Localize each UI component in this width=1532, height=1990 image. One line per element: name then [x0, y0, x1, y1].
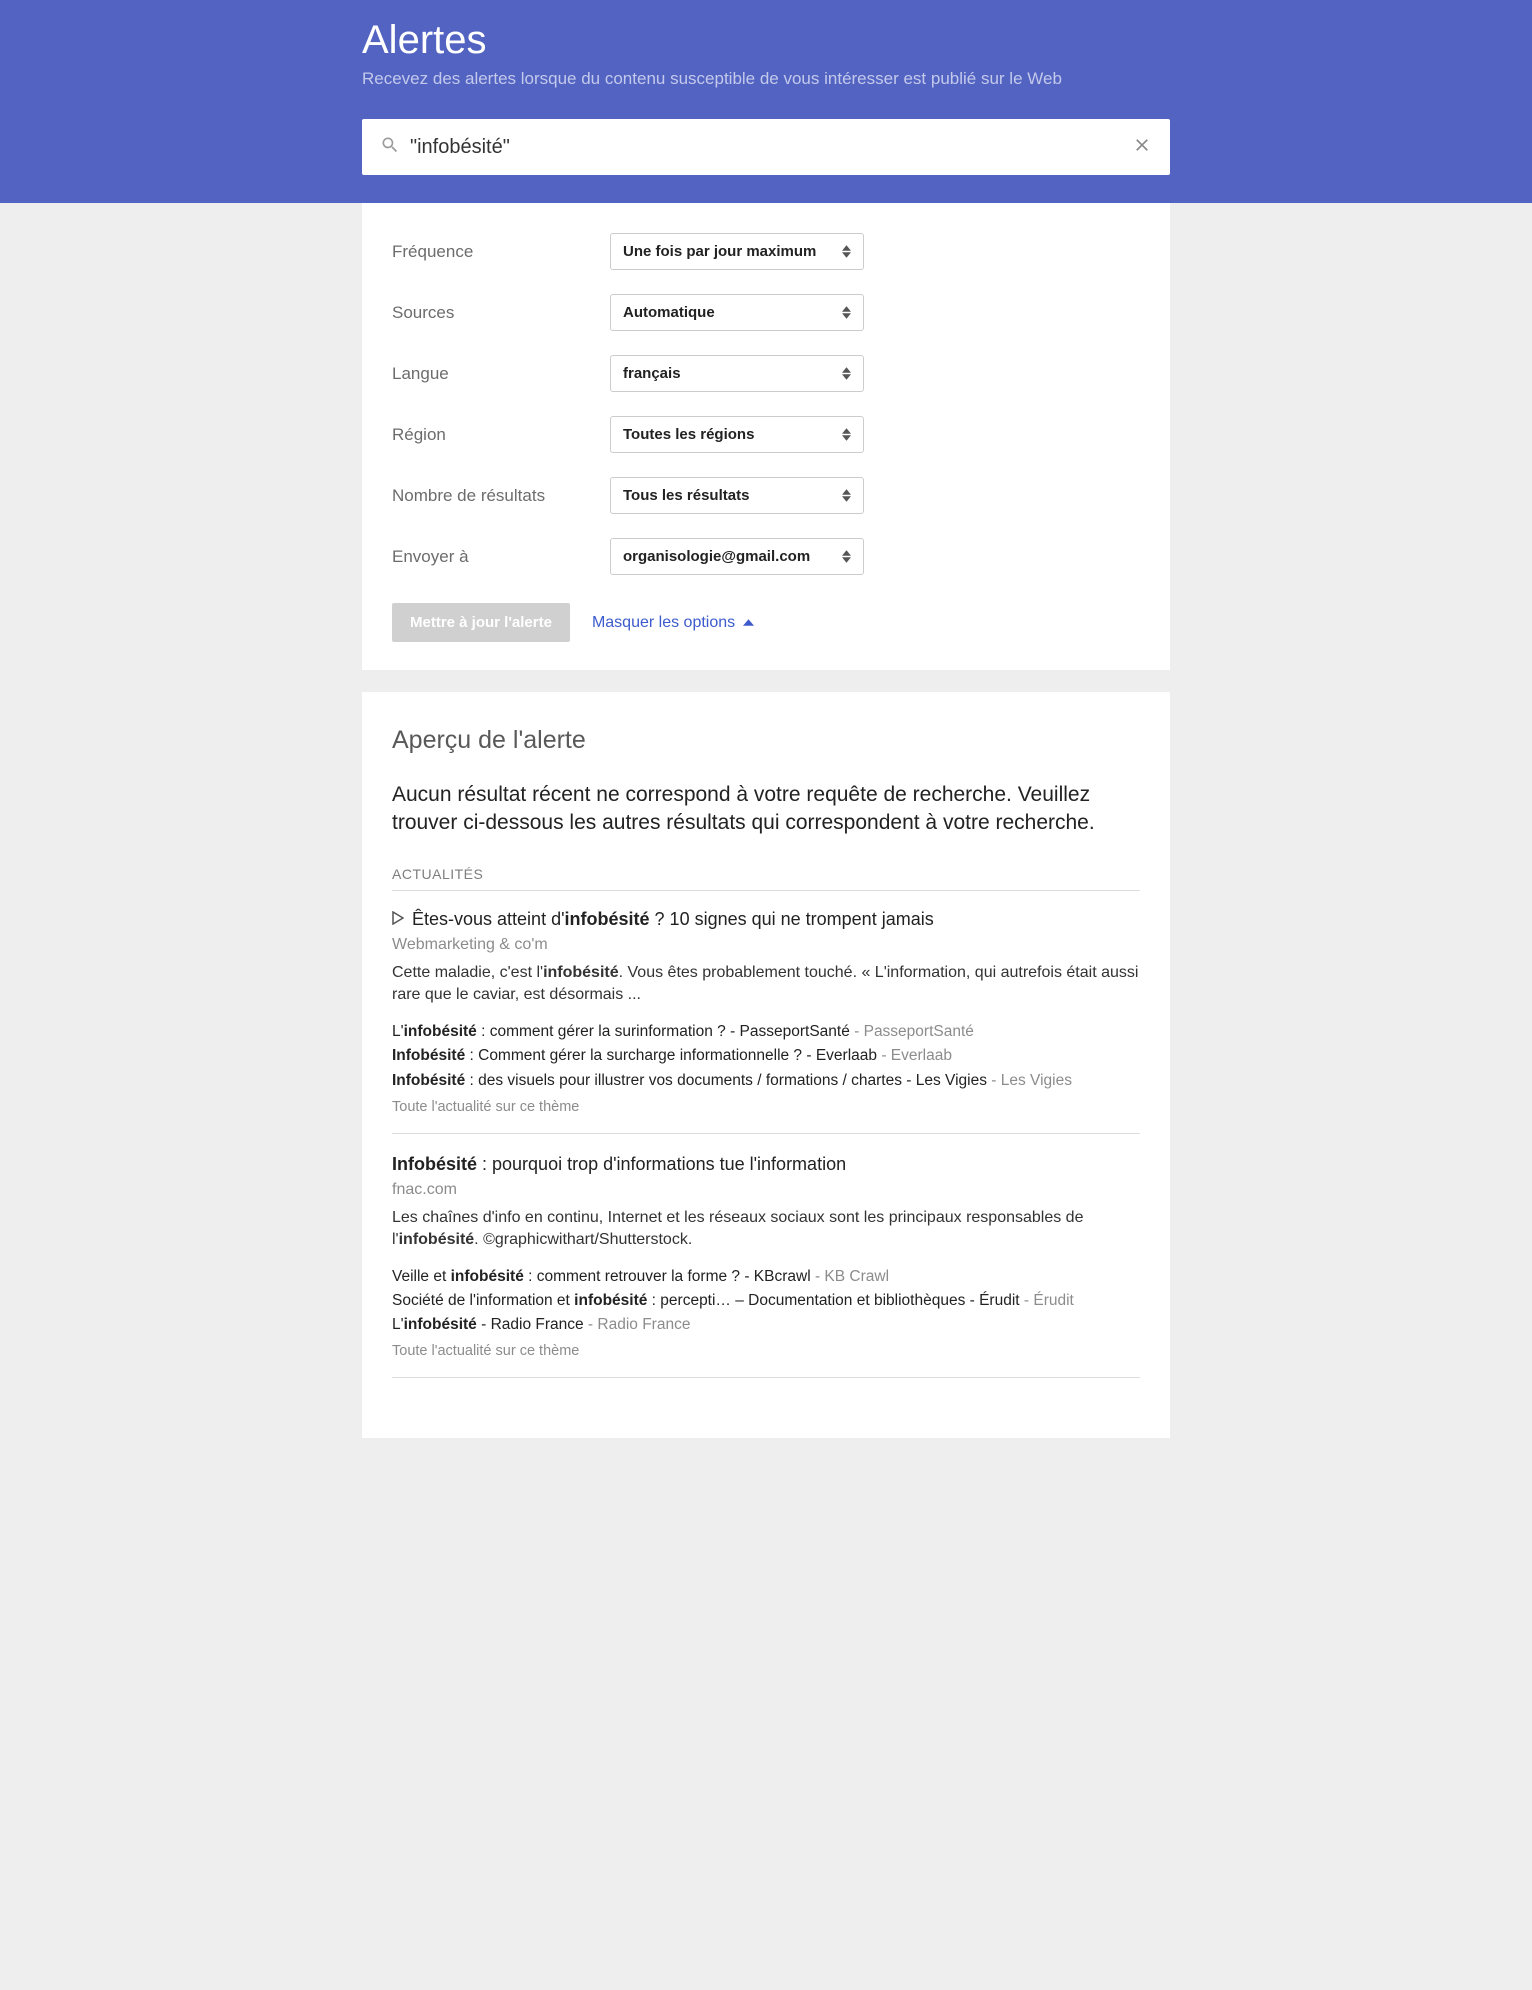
- select-chevrons-icon: [842, 489, 851, 502]
- hide-options-label: Masquer les options: [592, 614, 735, 632]
- option-row-region: Région Toutes les régions: [392, 404, 1140, 465]
- related-link[interactable]: Société de l'information et infobésité :…: [392, 1289, 1140, 1313]
- search-box: [362, 119, 1170, 175]
- result-item: Infobésité : pourquoi trop d'information…: [392, 1154, 1140, 1379]
- select-num_results[interactable]: Tous les résultats: [610, 477, 864, 514]
- select-chevrons-icon: [842, 306, 851, 319]
- option-label-send_to: Envoyer à: [392, 547, 610, 567]
- page-subtitle: Recevez des alertes lorsque du contenu s…: [362, 69, 1170, 89]
- select-value-sources: Automatique: [623, 304, 715, 321]
- option-label-language: Langue: [392, 364, 610, 384]
- preview-panel: Aperçu de l'alerte Aucun résultat récent…: [362, 692, 1170, 1438]
- result-title[interactable]: Êtes-vous atteint d'infobésité ? 10 sign…: [392, 909, 1140, 930]
- preview-title: Aperçu de l'alerte: [392, 726, 1140, 755]
- page-title: Alertes: [362, 18, 1170, 63]
- select-chevrons-icon: [842, 245, 851, 258]
- select-value-language: français: [623, 365, 681, 382]
- search-icon: [380, 135, 400, 160]
- select-send_to[interactable]: organisologie@gmail.com: [610, 538, 864, 575]
- result-item: Êtes-vous atteint d'infobésité ? 10 sign…: [392, 909, 1140, 1134]
- select-sources[interactable]: Automatique: [610, 294, 864, 331]
- related-link[interactable]: L'infobésité - Radio France - Radio Fran…: [392, 1313, 1140, 1337]
- chevron-up-icon: [743, 619, 754, 626]
- select-value-region: Toutes les régions: [623, 426, 754, 443]
- more-link[interactable]: Toute l'actualité sur ce thème: [392, 1343, 1140, 1359]
- option-row-num_results: Nombre de résultats Tous les résultats: [392, 465, 1140, 526]
- related-list: Veille et infobésité : comment retrouver…: [392, 1265, 1140, 1337]
- result-source: Webmarketing & co'm: [392, 936, 1140, 954]
- select-language[interactable]: français: [610, 355, 864, 392]
- result-snippet: Les chaînes d'info en continu, Internet …: [392, 1207, 1140, 1252]
- related-link[interactable]: Infobésité : des visuels pour illustrer …: [392, 1069, 1140, 1093]
- more-link[interactable]: Toute l'actualité sur ce thème: [392, 1099, 1140, 1115]
- option-label-region: Région: [392, 425, 610, 445]
- select-value-frequency: Une fois par jour maximum: [623, 243, 816, 260]
- update-alert-button[interactable]: Mettre à jour l'alerte: [392, 603, 570, 642]
- select-chevrons-icon: [842, 550, 851, 563]
- select-value-send_to: organisologie@gmail.com: [623, 548, 810, 565]
- search-input[interactable]: [410, 136, 1132, 159]
- related-link[interactable]: L'infobésité : comment gérer la surinfor…: [392, 1020, 1140, 1044]
- play-icon: [392, 909, 404, 930]
- result-title[interactable]: Infobésité : pourquoi trop d'information…: [392, 1154, 1140, 1175]
- select-chevrons-icon: [842, 367, 851, 380]
- section-label: ACTUALITÉS: [392, 866, 1140, 891]
- option-label-sources: Sources: [392, 303, 610, 323]
- options-panel: Fréquence Une fois par jour maximum Sour…: [362, 203, 1170, 670]
- related-link[interactable]: Veille et infobésité : comment retrouver…: [392, 1265, 1140, 1289]
- related-link[interactable]: Infobésité : Comment gérer la surcharge …: [392, 1044, 1140, 1068]
- select-value-num_results: Tous les résultats: [623, 487, 749, 504]
- related-list: L'infobésité : comment gérer la surinfor…: [392, 1020, 1140, 1092]
- result-source: fnac.com: [392, 1181, 1140, 1199]
- select-region[interactable]: Toutes les régions: [610, 416, 864, 453]
- option-row-language: Langue français: [392, 343, 1140, 404]
- result-snippet: Cette maladie, c'est l'infobésité. Vous …: [392, 962, 1140, 1007]
- clear-icon[interactable]: [1132, 135, 1152, 160]
- preview-message: Aucun résultat récent ne correspond à vo…: [392, 781, 1140, 838]
- select-chevrons-icon: [842, 428, 851, 441]
- option-label-frequency: Fréquence: [392, 242, 610, 262]
- option-row-sources: Sources Automatique: [392, 282, 1140, 343]
- hide-options-link[interactable]: Masquer les options: [592, 614, 754, 632]
- option-row-send_to: Envoyer à organisologie@gmail.com: [392, 526, 1140, 587]
- select-frequency[interactable]: Une fois par jour maximum: [610, 233, 864, 270]
- option-row-frequency: Fréquence Une fois par jour maximum: [392, 221, 1140, 282]
- option-label-num_results: Nombre de résultats: [392, 486, 610, 506]
